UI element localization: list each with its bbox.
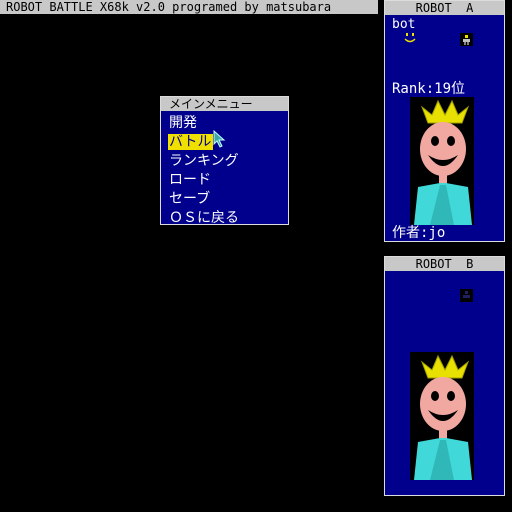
robot-a-panel[interactable]: ROBOT A bot Rank:19位 作者:jo xyxy=(384,0,505,242)
robot-b-panel[interactable]: ROBOT B xyxy=(384,256,505,496)
menu-item-ranking[interactable]: ランキング xyxy=(168,150,239,169)
robot-a-name: bot xyxy=(392,17,416,32)
main-menu: メインメニュー 開発 バトル ランキング ロード セーブ ＯＳに戻る xyxy=(160,96,289,226)
fighter-sprite-icon xyxy=(460,289,473,302)
menu-item-develop[interactable]: 開発 xyxy=(168,112,239,131)
menu-item-save[interactable]: セーブ xyxy=(168,188,239,207)
menu-item-label: 開発 xyxy=(169,115,197,131)
menu-item-label: ランキング xyxy=(169,153,239,169)
menu-item-label: バトル xyxy=(168,134,214,150)
fighter-sprite-icon xyxy=(460,33,473,46)
robot-a-rank: Rank:19位 xyxy=(392,81,466,97)
menu-item-battle[interactable]: バトル xyxy=(168,131,239,150)
robot-a-author: 作者:jo xyxy=(392,225,446,241)
crowned-smiley-portrait-icon xyxy=(410,97,474,225)
menu-item-load[interactable]: ロード xyxy=(168,169,239,188)
main-menu-title: メインメニュー xyxy=(161,97,288,111)
menu-item-label: セーブ xyxy=(169,191,211,207)
mouse-cursor-icon xyxy=(213,130,226,148)
menu-item-label: ロード xyxy=(169,172,211,188)
bot-smile-sprite-icon xyxy=(404,33,416,43)
menu-item-label: ＯＳに戻る xyxy=(169,210,239,226)
menu-item-return-to-os[interactable]: ＯＳに戻る xyxy=(168,207,239,226)
robot-b-header: ROBOT B xyxy=(385,257,504,271)
crowned-smiley-portrait-icon xyxy=(410,352,474,480)
main-menu-list: 開発 バトル ランキング ロード セーブ ＯＳに戻る xyxy=(168,112,239,226)
robot-a-header: ROBOT A xyxy=(385,1,504,15)
app-title-bar: ROBOT BATTLE X68k v2.0 programed by mats… xyxy=(0,0,378,14)
